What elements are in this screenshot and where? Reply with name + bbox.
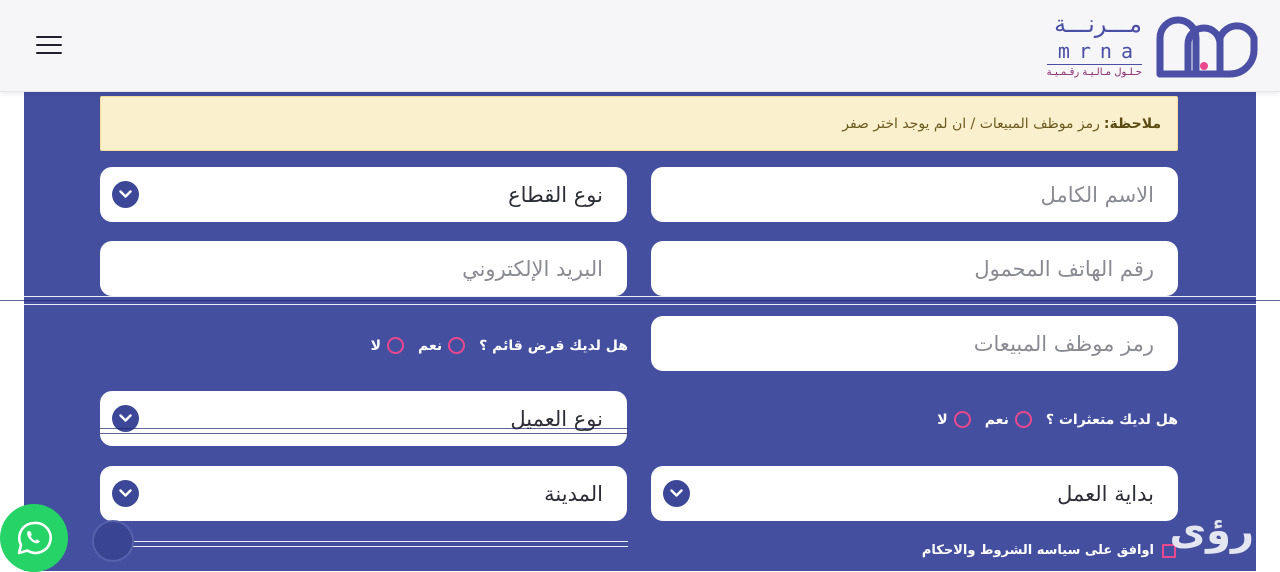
brand-tagline: حـلـول مـالـيـة رقـمـيـة [1046, 64, 1142, 78]
city-value: المدينة [544, 481, 603, 506]
scanline-artifact [100, 546, 628, 547]
email-placeholder: البريد الإلكتروني [462, 256, 603, 281]
scanline-artifact [0, 304, 1280, 305]
existing-loan-label: هل لديك قرض قائم ؟ [479, 337, 628, 354]
scanline-artifact [0, 300, 1280, 301]
scanline-artifact [100, 541, 628, 542]
scanline-artifact [100, 433, 628, 434]
work-start-select[interactable]: بداية العمل [651, 466, 1178, 521]
terms-agreement: اوافق على سياسه الشروط والاحكام [922, 543, 1176, 558]
existing-loan-no-radio[interactable] [387, 337, 405, 354]
sales-code-input[interactable]: رمز موظف المبيعات [651, 316, 1178, 371]
sector-type-value: نوع القطاع [508, 182, 603, 207]
mobile-placeholder: رقم الهاتف المحمول [974, 256, 1154, 281]
sales-code-placeholder: رمز موظف المبيعات [973, 331, 1154, 356]
watermark-logo: رؤى [1169, 508, 1254, 554]
work-start-value: بداية العمل [1057, 481, 1154, 506]
scanline-artifact [0, 296, 1280, 297]
mobile-number-input[interactable]: رقم الهاتف المحمول [651, 241, 1178, 296]
scanline-artifact [100, 428, 628, 429]
defaults-yes-label[interactable]: نعم [985, 412, 1009, 428]
terms-label[interactable]: اوافق على سياسه الشروط والاحكام [922, 543, 1154, 558]
defaults-label: هل لديك متعثرات ؟ [1045, 411, 1178, 428]
email-input[interactable]: البريد الإلكتروني [100, 241, 627, 296]
brand-name-arabic: مـــرنـــة [1054, 10, 1142, 38]
existing-loan-yes-radio[interactable] [448, 337, 466, 354]
chevron-down-icon [112, 181, 139, 208]
note-text: رمز موظف المبيعات / ان لم يوجد اختر صفر [842, 115, 1100, 132]
defaults-yes-radio[interactable] [1014, 411, 1032, 428]
site-header: مـــرنـــة mrna حـلـول مـالـيـة رقـمـيـة [0, 0, 1280, 92]
scroll-to-top-button[interactable] [92, 520, 134, 562]
brand-logo[interactable]: مـــرنـــة mrna حـلـول مـالـيـة رقـمـيـة [1010, 10, 1260, 82]
existing-loan-yes-label[interactable]: نعم [418, 338, 442, 354]
full-name-input[interactable]: الاسم الكامل [651, 167, 1178, 222]
brand-mark-icon [1156, 16, 1258, 78]
brand-name-latin: mrna [1057, 39, 1142, 63]
defaults-no-label[interactable]: لا [937, 412, 947, 428]
whatsapp-icon [17, 521, 52, 555]
existing-loan-no-label[interactable]: لا [371, 338, 381, 354]
note-label: ملاحظة: [1103, 115, 1161, 132]
sector-type-select[interactable]: نوع القطاع [100, 167, 627, 222]
full-name-placeholder: الاسم الكامل [1040, 182, 1154, 207]
whatsapp-button[interactable] [0, 504, 68, 572]
sales-code-note: ملاحظة: رمز موظف المبيعات / ان لم يوجد ا… [100, 96, 1178, 151]
chevron-down-icon [663, 480, 690, 507]
defaults-question: هل لديك متعثرات ؟ نعم لا [937, 411, 1178, 428]
client-type-value: نوع العميل [510, 406, 603, 431]
defaults-no-radio[interactable] [953, 411, 971, 428]
chevron-down-icon [112, 480, 139, 507]
existing-loan-question: هل لديك قرض قائم ؟ نعم لا [371, 337, 628, 354]
city-select[interactable]: المدينة [100, 466, 627, 521]
hamburger-menu-icon[interactable] [36, 36, 62, 56]
client-type-select[interactable]: نوع العميل [100, 391, 627, 446]
